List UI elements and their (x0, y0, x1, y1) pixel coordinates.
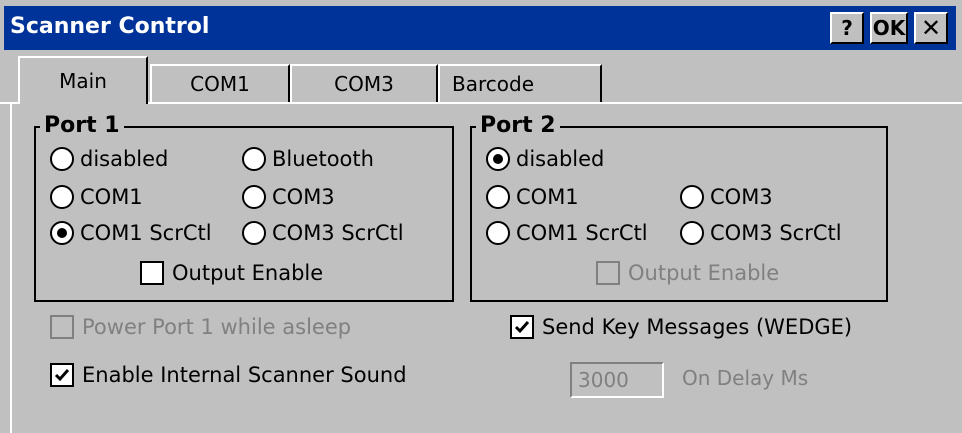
checkbox-label: Power Port 1 while asleep (82, 315, 352, 339)
radio-icon (486, 221, 510, 245)
on-delay-input[interactable]: 3000 (570, 362, 664, 398)
help-button[interactable]: ? (830, 12, 864, 44)
radio-label: COM3 (710, 185, 773, 209)
checkbox-label: Enable Internal Scanner Sound (82, 363, 407, 387)
checkmark-icon (510, 315, 534, 339)
radio-label: disabled (80, 147, 169, 171)
radio-selected-icon (486, 147, 510, 171)
radio-label: Bluetooth (272, 147, 374, 171)
ok-button[interactable]: OK (870, 12, 908, 44)
radio-icon (242, 221, 266, 245)
scanner-control-window: Scanner Control ? OK ✕ COM1 COM3 Barcode… (0, 0, 962, 433)
checkbox-label: Output Enable (172, 261, 324, 285)
close-button[interactable]: ✕ (914, 12, 948, 44)
radio-icon (50, 185, 74, 209)
port1-radio-com1[interactable]: COM1 (50, 182, 143, 212)
radio-label: COM1 (80, 185, 143, 209)
checkmark-icon (50, 363, 74, 387)
port1-output-enable-checkbox[interactable]: Output Enable (140, 258, 323, 288)
close-icon: ✕ (920, 14, 942, 42)
tab-barcode[interactable]: Barcode (438, 64, 602, 102)
port1-radio-com3-scrctl[interactable]: COM3 ScrCtl (242, 218, 404, 248)
on-delay-label: On Delay Ms (682, 366, 809, 390)
checkbox-label: Output Enable (628, 261, 780, 285)
port2-radio-com3[interactable]: COM3 (680, 182, 773, 212)
radio-icon (680, 185, 704, 209)
radio-icon (242, 185, 266, 209)
radio-label: COM3 ScrCtl (272, 221, 404, 245)
checkbox-icon (140, 261, 164, 285)
port1-radio-com3[interactable]: COM3 (242, 182, 335, 212)
port2-radio-com3-scrctl[interactable]: COM3 ScrCtl (680, 218, 842, 248)
checkbox-icon (50, 315, 74, 339)
radio-icon (486, 185, 510, 209)
scanner-sound-checkbox[interactable]: Enable Internal Scanner Sound (50, 360, 407, 390)
radio-label: COM1 (516, 185, 579, 209)
wedge-checkbox[interactable]: Send Key Messages (WEDGE) (510, 312, 852, 342)
radio-selected-icon (50, 221, 74, 245)
port1-radio-com1-scrctl[interactable]: COM1 ScrCtl (50, 218, 212, 248)
radio-icon (50, 147, 74, 171)
port2-legend: Port 2 (476, 114, 560, 138)
port2-output-enable-checkbox[interactable]: Output Enable (596, 258, 779, 288)
power-port1-asleep-checkbox[interactable]: Power Port 1 while asleep (50, 312, 351, 342)
window-title: Scanner Control (10, 14, 210, 39)
port2-radio-com1-scrctl[interactable]: COM1 ScrCtl (486, 218, 648, 248)
port2-radio-disabled[interactable]: disabled (486, 144, 604, 174)
radio-icon (680, 221, 704, 245)
radio-label: COM1 ScrCtl (516, 221, 648, 245)
title-bar: Scanner Control ? OK ✕ (4, 6, 956, 50)
port1-legend: Port 1 (40, 114, 124, 138)
port1-radio-disabled[interactable]: disabled (50, 144, 168, 174)
radio-icon (242, 147, 266, 171)
port2-radio-com1[interactable]: COM1 (486, 182, 579, 212)
radio-label: disabled (516, 147, 605, 171)
tab-com3[interactable]: COM3 (290, 64, 438, 102)
tab-strip: COM1 COM3 Barcode Main (0, 56, 962, 104)
port1-radio-bluetooth[interactable]: Bluetooth (242, 144, 374, 174)
checkbox-icon (596, 261, 620, 285)
tab-main[interactable]: Main (18, 56, 148, 104)
radio-label: COM3 ScrCtl (710, 221, 842, 245)
checkbox-label: Send Key Messages (WEDGE) (542, 315, 853, 339)
radio-label: COM3 (272, 185, 335, 209)
radio-label: COM1 ScrCtl (80, 221, 212, 245)
tab-com1[interactable]: COM1 (150, 64, 290, 102)
